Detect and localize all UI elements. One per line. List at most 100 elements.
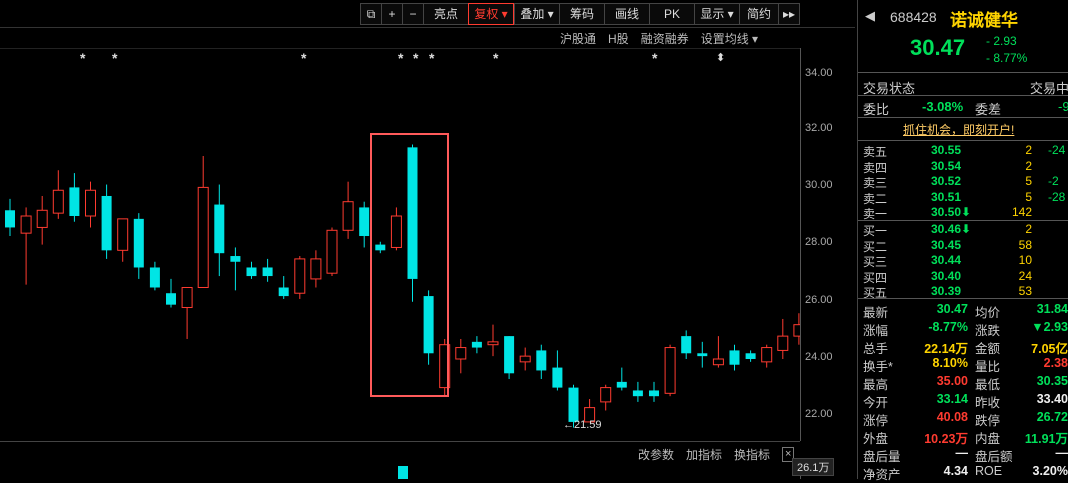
candle[interactable] [793,313,800,345]
candle[interactable] [471,336,482,354]
candle-body [342,201,354,231]
chart-subbar: 沪股通 H股 融资融券 设置均线 ▾ [560,30,758,47]
candle[interactable] [616,367,627,391]
open-account-ad[interactable]: 抓住机会，即刻开户! [903,121,1014,138]
simple-mode-button[interactable]: 简约 [739,3,778,25]
candle[interactable] [85,181,96,228]
candle[interactable] [697,341,708,368]
level-price: 30.44 [931,253,962,267]
candle-body [20,215,32,234]
candle[interactable] [777,318,789,359]
level-change: -24 [1048,143,1066,157]
candle-body [761,347,773,363]
adjust-price-dropdown[interactable]: 复权 ▾ [468,3,514,25]
level-label: 卖二 [863,191,888,206]
level-volume: 5 [1025,174,1032,188]
hk-connect-link[interactable]: 沪股通 [560,30,596,47]
stat-label: ROE [975,464,1003,478]
candle[interactable] [20,207,32,285]
candle[interactable] [294,256,306,299]
add-indicator-button[interactable]: 加指标 [686,446,722,463]
candle[interactable] [519,347,531,371]
level-label: 卖四 [863,160,888,175]
ma-settings-dropdown[interactable]: 设置均线 ▾ [701,30,758,47]
y-tick-label: 32.00 [805,122,833,134]
stat-value: — [1055,446,1068,460]
candle[interactable] [649,381,659,402]
y-tick-label: 22.00 [805,408,833,420]
lock-icon[interactable]: ⧉ [360,3,381,25]
zoom-in-button[interactable]: + [381,3,402,25]
weicha-label: 委差 [975,102,1002,117]
expand-icon[interactable]: ▸▸ [778,3,800,25]
level-label: 卖五 [863,145,888,159]
candle[interactable] [230,247,241,291]
chip-distribution-button[interactable]: 筹码 [559,3,604,25]
candle[interactable] [359,201,370,248]
candle[interactable] [101,184,112,259]
candle[interactable] [310,250,322,288]
candle[interactable] [36,195,48,245]
highlight-box [370,133,449,397]
stat-value: -8.77% [928,320,968,334]
stock-code: 688428 [890,9,937,25]
candle-body [487,341,499,346]
candle-body [5,210,15,228]
y-tick-label: 34.00 [805,67,833,79]
candle[interactable] [133,213,144,279]
candle[interactable] [326,227,338,277]
stat-label: 总手 [863,342,889,356]
candle[interactable] [5,198,15,237]
candle[interactable] [149,261,160,291]
level-label: 卖三 [863,176,888,190]
candle[interactable] [487,324,499,357]
candle[interactable] [69,173,80,222]
candle[interactable] [552,350,563,391]
candle[interactable] [197,155,209,288]
margin-trading-link[interactable]: 融资融券 [641,30,689,47]
candle[interactable] [52,170,64,219]
candle[interactable] [664,344,676,397]
candle[interactable] [504,336,515,380]
candle-body [197,186,209,288]
candle[interactable] [761,344,773,368]
candle-body [181,287,193,309]
level-volume: 58 [1018,237,1032,252]
candle[interactable] [729,344,740,371]
highlight-button[interactable]: 亮点 [423,3,468,25]
candle[interactable] [246,261,257,279]
candle[interactable] [117,218,129,262]
candle[interactable] [262,258,273,282]
candle[interactable] [536,344,547,380]
low-price-marker: ←21.59 [563,419,602,431]
pk-button[interactable]: PK [649,3,694,25]
kline-chart-area[interactable]: ⧉ + − 亮点 复权 ▾ 叠加 ▾ 筹码 画线 PK 显示 ▾ 简约 ▸▸ 沪… [0,0,855,479]
candle-body [214,204,225,254]
candle[interactable] [166,278,176,308]
candle[interactable] [181,287,193,339]
candle[interactable] [342,181,354,239]
switch-indicator-button[interactable]: 换指标 [734,446,770,463]
candle-body [745,353,756,359]
candle-body [600,387,612,403]
candle-body [471,341,482,348]
prev-stock-icon[interactable]: ◀ [865,8,875,24]
overlay-dropdown[interactable]: 叠加 ▾ [514,3,559,25]
candle[interactable] [455,338,467,374]
stat-label: 涨幅 [863,324,889,338]
stat-value: 2.38 [1043,356,1068,370]
display-dropdown[interactable]: 显示 ▾ [694,3,739,25]
draw-line-button[interactable]: 画线 [604,3,649,25]
edit-params-button[interactable]: 改参数 [638,446,674,463]
candle[interactable] [681,330,692,359]
candle[interactable] [278,276,289,299]
h-share-link[interactable]: H股 [608,30,629,47]
zoom-out-button[interactable]: − [402,3,423,25]
candle[interactable] [712,336,724,368]
candle[interactable] [745,350,756,362]
candle[interactable] [632,381,643,402]
candle-body [262,267,273,277]
candle[interactable] [600,384,612,411]
candle[interactable] [214,184,225,277]
stat-label: 涨停 [863,414,889,428]
